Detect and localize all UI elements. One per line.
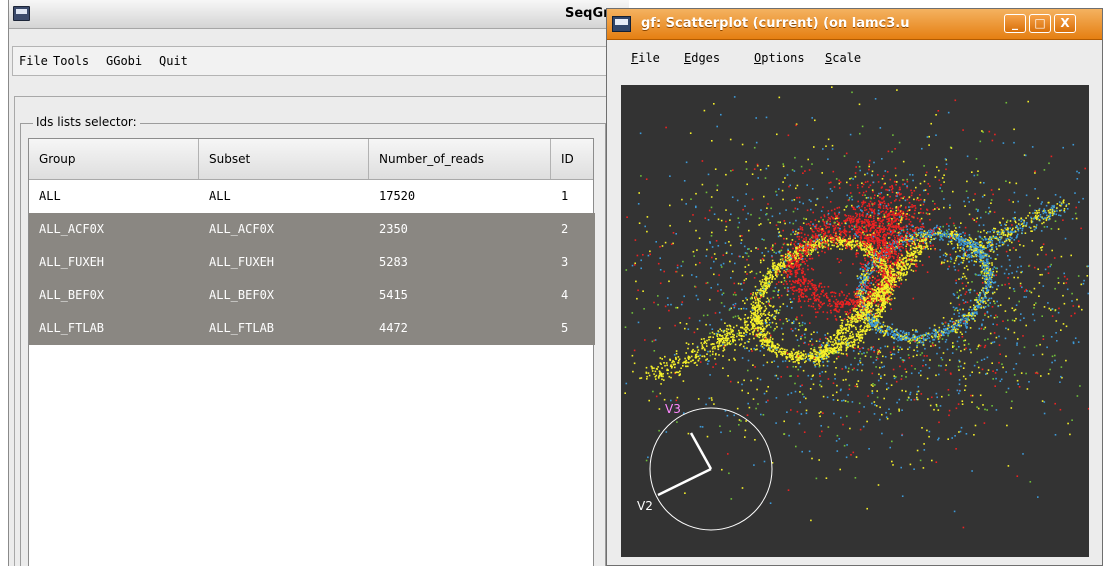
table-row[interactable]: ALL ALL 17520 1 <box>29 180 595 213</box>
table-row[interactable]: ALL_FTLAB ALL_FTLAB 4472 5 <box>29 312 595 345</box>
plot-menu-options[interactable]: Options <box>754 51 805 65</box>
cell-id: 5 <box>561 321 569 335</box>
scatterplot-menubar: File Edges Options Scale <box>607 41 1102 75</box>
window-menu-icon[interactable] <box>612 16 631 32</box>
main-window-title: SeqGr <box>565 6 610 21</box>
cell-group: ALL_FTLAB <box>39 321 105 335</box>
cell-group: ALL <box>39 189 61 203</box>
menu-file[interactable]: File <box>19 54 48 68</box>
column-header-subset[interactable]: Subset <box>199 139 369 179</box>
ids-table: Group Subset Number_of_reads ID ALL ALL … <box>28 138 595 566</box>
column-header-group[interactable]: Group <box>29 139 199 179</box>
cell-id: 1 <box>561 189 569 203</box>
cell-subset: ALL_BEF0X <box>209 288 275 302</box>
table-header: Group Subset Number_of_reads ID <box>29 139 593 180</box>
scatterplot-titlebar[interactable]: gf: Scatterplot (current) (on lamc3.u _ … <box>607 9 1102 40</box>
v2-axis-label: V2 <box>637 499 653 513</box>
v2-axis <box>657 467 712 497</box>
scatterplot-window: gf: Scatterplot (current) (on lamc3.u _ … <box>606 8 1103 566</box>
cell-id: 3 <box>561 255 569 269</box>
maximize-button[interactable]: □ <box>1029 14 1051 33</box>
scatterplot-window-title: gf: Scatterplot (current) (on lamc3.u <box>641 16 910 31</box>
plot-menu-scale[interactable]: Scale <box>825 51 861 65</box>
table-row[interactable]: ALL_FUXEH ALL_FUXEH 5283 3 <box>29 246 595 279</box>
scatterplot-svg[interactable]: V3 V2 <box>621 85 1089 557</box>
cell-number-of-reads: 2350 <box>379 222 408 236</box>
column-header-number-of-reads[interactable]: Number_of_reads <box>369 139 551 179</box>
column-header-id[interactable]: ID <box>551 139 595 179</box>
table-row[interactable]: ALL_ACF0X ALL_ACF0X 2350 2 <box>29 213 595 246</box>
menu-tools[interactable]: Tools <box>53 54 89 68</box>
cell-subset: ALL_FTLAB <box>209 321 275 335</box>
cell-subset: ALL <box>209 189 231 203</box>
cell-group: ALL_FUXEH <box>39 255 105 269</box>
cell-group: ALL_BEF0X <box>39 288 105 302</box>
v3-axis-label: V3 <box>665 402 681 416</box>
cell-number-of-reads: 4472 <box>379 321 408 335</box>
axes-widget[interactable]: V3 V2 <box>637 402 773 531</box>
cell-number-of-reads: 5415 <box>379 288 408 302</box>
main-titlebar[interactable]: SeqGr <box>9 0 629 29</box>
cell-number-of-reads: 17520 <box>379 189 416 203</box>
plot-menu-file[interactable]: File <box>631 51 660 65</box>
cell-number-of-reads: 5283 <box>379 255 408 269</box>
cell-group: ALL_ACF0X <box>39 222 105 236</box>
close-button[interactable]: X <box>1054 14 1076 33</box>
cell-id: 4 <box>561 288 569 302</box>
data-points <box>624 86 1089 529</box>
ids-lists-selector-label: Ids lists selector: <box>33 115 140 129</box>
scatterplot-canvas[interactable]: V3 V2 <box>621 85 1089 557</box>
minimize-button[interactable]: _ <box>1004 14 1026 33</box>
main-menubar: File Tools GGobi Quit <box>12 46 612 76</box>
cell-id: 2 <box>561 222 569 236</box>
plot-menu-edges[interactable]: Edges <box>684 51 720 65</box>
cell-subset: ALL_FUXEH <box>209 255 275 269</box>
v3-axis <box>689 432 713 470</box>
cell-subset: ALL_ACF0X <box>209 222 275 236</box>
table-row[interactable]: ALL_BEF0X ALL_BEF0X 5415 4 <box>29 279 595 312</box>
window-menu-icon[interactable] <box>13 6 30 21</box>
menu-quit[interactable]: Quit <box>159 54 188 68</box>
menu-ggobi[interactable]: GGobi <box>106 54 142 68</box>
